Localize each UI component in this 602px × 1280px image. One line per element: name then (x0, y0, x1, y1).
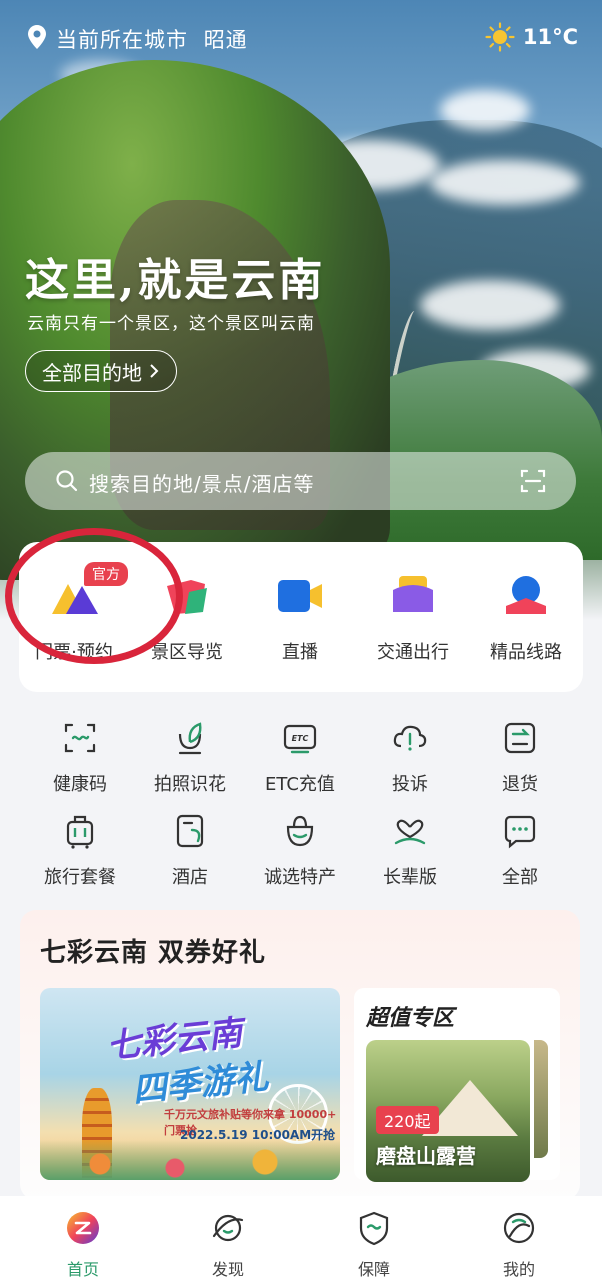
more-icon (504, 815, 536, 849)
camping-name: 磨盘山露营 (376, 1144, 476, 1168)
nav-label: 首页 (66, 1260, 99, 1279)
specialty-bag-icon (286, 815, 314, 847)
quick-label: 投诉 (392, 774, 428, 795)
scan-icon[interactable] (520, 468, 546, 494)
complaint-icon (393, 725, 427, 751)
flowers-illustration (40, 1140, 340, 1180)
svg-text:ETC: ETC (292, 734, 309, 743)
quick-all[interactable]: 全部 (465, 813, 575, 889)
hero-slogan: 这里,就是云南 (25, 255, 326, 306)
chevron-right-icon (150, 364, 159, 378)
quick-label: 退货 (502, 774, 538, 795)
nav-home[interactable]: 首页 (33, 1210, 133, 1280)
return-icon (504, 722, 536, 754)
live-camera-icon (278, 580, 322, 612)
quick-health-code[interactable]: 健康码 (25, 720, 135, 796)
route-icon (506, 576, 546, 614)
luggage-icon (66, 815, 94, 849)
etc-icon: ETC (283, 724, 317, 754)
quick-flower-scan[interactable]: 拍照识花 (135, 720, 245, 796)
bottom-nav: 首页 发现 保障 我的 (0, 1196, 602, 1280)
quick-etc[interactable]: ETC ETC充值 (245, 720, 355, 796)
flower-scan-icon (178, 722, 202, 755)
super-value-zone[interactable]: 超值专区 220起 磨盘山露营 (354, 988, 560, 1182)
quick-label: 健康码 (53, 774, 107, 795)
search-bar[interactable]: 搜索目的地/景点/酒店等 (25, 452, 576, 510)
promo-poster[interactable]: 七彩云南 四季游礼 千万元文旅补贴等你来拿 10000+ 门票抢 2022.5.… (40, 988, 340, 1180)
quick-return[interactable]: 退货 (465, 720, 575, 796)
all-destinations-label: 全部目的地 (42, 360, 142, 385)
camping-photo[interactable]: 220起 磨盘山露营 (366, 1040, 530, 1182)
quick-label: 拍照识花 (154, 774, 226, 795)
price-badge: 220起 (376, 1106, 439, 1134)
quick-label: ETC充值 (265, 774, 335, 795)
promo-section: 七彩云南 双券好礼 七彩云南 四季游礼 千万元文旅补贴等你来拿 10000+ 门… (20, 910, 580, 1200)
status-bar: 当前所在城市 昭通 11°C (0, 0, 602, 75)
quick-specialty[interactable]: 诚选特产 (245, 813, 355, 889)
quick-label: 酒店 (172, 867, 208, 888)
search-icon (56, 470, 78, 492)
quick-elder-mode[interactable]: 长辈版 (355, 813, 465, 889)
service-label: 交通出行 (377, 642, 449, 663)
quick-complaint[interactable]: 投诉 (355, 720, 465, 796)
service-live[interactable]: 直播 (245, 572, 355, 664)
super-value-title: 超值专区 (366, 1006, 455, 1031)
location-label: 当前所在城市 (56, 28, 188, 52)
weather: 11°C (485, 22, 578, 52)
service-routes[interactable]: 精品线路 (471, 572, 581, 664)
guarantee-icon (359, 1211, 389, 1246)
nav-label: 我的 (502, 1260, 535, 1279)
poster-date: 2022.5.19 10:00AM开抢 (180, 1128, 336, 1142)
quick-label: 诚选特产 (264, 867, 336, 888)
nav-profile[interactable]: 我的 (469, 1210, 569, 1280)
health-code-icon (64, 723, 96, 753)
quick-label: 旅行套餐 (44, 867, 116, 888)
annotation-circle (5, 528, 183, 664)
nav-label: 发现 (211, 1260, 244, 1279)
location-pin-icon[interactable] (26, 24, 48, 50)
city-name: 昭通 (203, 28, 248, 52)
nav-guarantee[interactable]: 保障 (324, 1210, 424, 1280)
elder-mode-icon (394, 819, 426, 845)
sun-icon (485, 22, 515, 52)
quick-travel-package[interactable]: 旅行套餐 (25, 813, 135, 889)
quick-hotel[interactable]: 酒店 (135, 813, 245, 889)
service-label: 精品线路 (490, 642, 562, 663)
search-placeholder: 搜索目的地/景点/酒店等 (89, 472, 315, 496)
quick-label: 全部 (502, 867, 538, 888)
all-destinations-button[interactable]: 全部目的地 (25, 350, 177, 392)
nav-label: 保障 (357, 1260, 390, 1279)
cloud (430, 160, 580, 205)
service-transport[interactable]: 交通出行 (358, 572, 468, 664)
transport-icon (393, 576, 433, 612)
home-icon (67, 1212, 99, 1244)
discover-icon (212, 1214, 244, 1242)
promo-title: 七彩云南 双券好礼 (40, 938, 267, 968)
cloud (420, 280, 560, 330)
hero-subtitle: 云南只有一个景区，这个景区叫云南 (27, 314, 315, 334)
hotel-icon (176, 814, 204, 848)
cloud (440, 90, 530, 130)
service-label: 直播 (282, 642, 318, 663)
quick-label: 长辈版 (383, 867, 437, 888)
next-card-peek (534, 1040, 548, 1158)
profile-icon (503, 1212, 535, 1244)
nav-discover[interactable]: 发现 (178, 1210, 278, 1280)
current-city[interactable]: 当前所在城市 昭通 (56, 24, 248, 54)
temperature: 11°C (522, 25, 578, 49)
